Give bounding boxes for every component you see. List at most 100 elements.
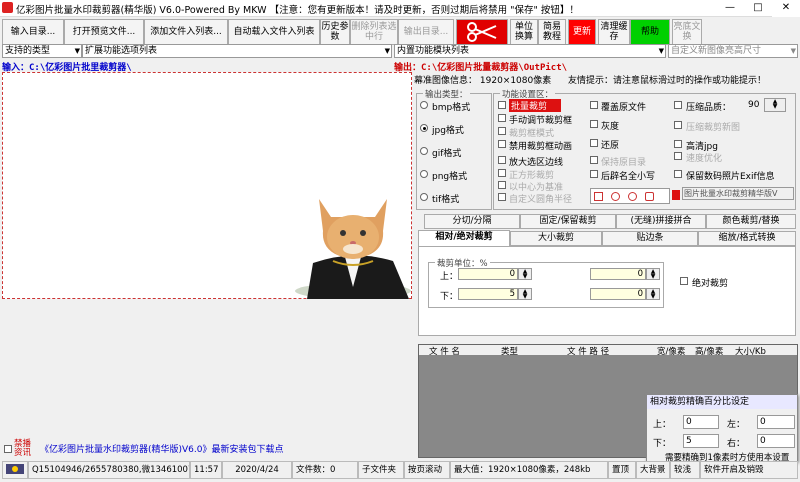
radio-jpg[interactable]: [420, 124, 428, 132]
dark-mode-button[interactable]: 亮底文换: [672, 19, 702, 45]
history-button[interactable]: 历史参数: [320, 19, 350, 45]
chk-news[interactable]: [4, 445, 12, 453]
chk-center-base[interactable]: [498, 181, 506, 189]
shape-selector[interactable]: [590, 188, 670, 204]
popup-left-input[interactable]: 0: [757, 415, 795, 429]
chk-restore[interactable]: [590, 139, 598, 147]
chk-compress-quality[interactable]: [674, 101, 682, 109]
chk-lowercase-ext[interactable]: [590, 170, 598, 178]
custom-size-select[interactable]: 自定义新图像亮高尺寸 ▼: [668, 44, 798, 58]
chk-compress-new[interactable]: [674, 121, 682, 129]
output-dir-button[interactable]: 输出目录...: [398, 19, 454, 45]
delete-list-button[interactable]: 删除列表选中行: [350, 19, 398, 45]
app-icon: [2, 2, 13, 13]
chk-keep-dir[interactable]: [590, 156, 598, 164]
chk-keep-exif[interactable]: [674, 170, 682, 178]
up-spinner-2[interactable]: ▲ ▼: [646, 268, 660, 280]
tab-resize-convert[interactable]: 缩放/格式转换: [698, 231, 796, 246]
label-batch-crop: 批量裁剪: [509, 99, 562, 112]
open-preview-button[interactable]: 打开预览文件...: [64, 19, 144, 45]
rounded-rect-icon[interactable]: [645, 192, 654, 201]
update-button[interactable]: 更新: [568, 19, 596, 45]
tab-color-crop[interactable]: 颜色裁剪/替换: [706, 214, 796, 229]
circle-shape-icon[interactable]: [611, 192, 620, 201]
col-type[interactable]: 类型: [501, 345, 518, 357]
help-button[interactable]: 帮助: [630, 19, 670, 45]
add-to-list-button[interactable]: 添加文件入列表...: [144, 19, 228, 45]
clear-cache-button[interactable]: 清理缓存: [598, 19, 630, 45]
status-bg[interactable]: 大背景: [636, 461, 670, 479]
square-shape-icon[interactable]: [594, 192, 603, 201]
popup-up-input[interactable]: 0: [683, 415, 719, 429]
status-dark[interactable]: 较浅: [670, 461, 700, 479]
label-round-radius: 自定义圆角半径: [509, 195, 573, 205]
extended-options-select[interactable]: 扩展功能选项列表 ▼: [82, 44, 392, 58]
down-spinner-2[interactable]: ▲ ▼: [646, 288, 660, 300]
close-button[interactable]: ✕: [772, 0, 800, 17]
col-height[interactable]: 高/像素: [695, 345, 723, 357]
popup-right-input[interactable]: 0: [757, 434, 795, 448]
chk-enlarge-border[interactable]: [498, 156, 506, 164]
supported-types-select[interactable]: 支持的类型 ▼: [2, 44, 82, 58]
radio-png[interactable]: [420, 170, 428, 178]
chk-grayscale[interactable]: [590, 120, 598, 128]
up-value-2[interactable]: 0: [590, 268, 646, 280]
news-link[interactable]: 《亿彩图片批量水印裁剪器(精华版)V6.0》最新安装包下载点: [40, 442, 284, 455]
status-scroll[interactable]: 按页滚动: [404, 461, 450, 479]
minimize-button[interactable]: —: [716, 0, 744, 17]
color-swatch[interactable]: [672, 190, 680, 200]
auto-load-button[interactable]: 自动载入文件入列表: [228, 19, 320, 45]
logo-icon: [6, 464, 24, 474]
chk-crop-mode[interactable]: [498, 127, 506, 135]
radio-tif[interactable]: [420, 193, 428, 201]
round-shape-icon[interactable]: [628, 192, 637, 201]
tab-fixed-crop[interactable]: 固定/保留裁剪: [520, 214, 616, 229]
quality-value[interactable]: 90: [748, 100, 759, 110]
chk-disable-anim[interactable]: [498, 140, 506, 148]
radio-gif[interactable]: [420, 147, 428, 155]
maximize-button[interactable]: □: [744, 0, 772, 17]
status-max-value: 最大值：1920×1080像素，248kb: [450, 461, 608, 479]
builtin-modules-select[interactable]: 内置功能模块列表 ▼: [394, 44, 666, 58]
chk-hd-jpg[interactable]: [674, 140, 682, 148]
unit-convert-button[interactable]: 单位换算: [510, 19, 538, 45]
down-spinner-1[interactable]: ▲ ▼: [518, 288, 532, 300]
chk-round-radius[interactable]: [498, 193, 506, 201]
tab-relative-crop[interactable]: 相对/绝对裁剪: [418, 230, 510, 247]
label-compress-new: 压缩裁剪新图: [686, 123, 741, 133]
tab-split[interactable]: 分切/分隔: [424, 214, 520, 229]
chk-manual-adjust[interactable]: [498, 114, 506, 122]
down-value-1[interactable]: 5: [458, 288, 518, 300]
tab-stitch[interactable]: (无缝)拼接拼合: [616, 214, 706, 229]
precise-percent-popup: 相对裁剪精确百分比设定 上： 0 左： 0 下： 5 右： 0 需要精确到1像素…: [646, 394, 798, 463]
col-width[interactable]: 宽/像素: [657, 345, 685, 357]
input-dir-button[interactable]: 输入目录...: [2, 19, 64, 45]
scissors-icon-button[interactable]: [456, 19, 508, 45]
tab-size-crop[interactable]: 大小裁剪: [510, 231, 602, 246]
status-reset[interactable]: 置顶: [608, 461, 636, 479]
chk-batch-crop[interactable]: [498, 101, 506, 109]
chk-speed-opt[interactable]: [674, 152, 682, 160]
preview-area[interactable]: [2, 72, 412, 299]
down-value-2[interactable]: 0: [590, 288, 646, 300]
popup-label-left: 左：: [727, 420, 746, 430]
status-software[interactable]: 软件开启及销毁: [700, 461, 798, 479]
chk-absolute-crop[interactable]: [680, 277, 688, 285]
quality-spinner[interactable]: ▲ ▼: [764, 98, 786, 112]
file-table-header: 文 件 名 类型 文 件 路 径 宽/像素 高/像素 大小/Kb: [419, 345, 797, 357]
chk-square-crop[interactable]: [498, 169, 506, 177]
up-spinner-1[interactable]: ▲ ▼: [518, 268, 532, 280]
chk-overwrite[interactable]: [590, 101, 598, 109]
label-keep-exif: 保留数码照片Exif信息: [686, 172, 775, 182]
radio-bmp[interactable]: [420, 101, 428, 109]
up-value-1[interactable]: 0: [458, 268, 518, 280]
col-size[interactable]: 大小/Kb: [735, 345, 766, 357]
status-subfolder[interactable]: 子文件夹: [358, 461, 404, 479]
label-bmp: bmp格式: [432, 103, 471, 113]
col-path[interactable]: 文 件 路 径: [567, 345, 609, 357]
tutorial-button[interactable]: 简易教程: [538, 19, 566, 45]
popup-down-input[interactable]: 5: [683, 434, 719, 448]
news-label: 禁播资讯: [14, 439, 32, 458]
col-filename[interactable]: 文 件 名: [429, 345, 460, 357]
tab-edge-strip[interactable]: 贴边条: [602, 231, 698, 246]
